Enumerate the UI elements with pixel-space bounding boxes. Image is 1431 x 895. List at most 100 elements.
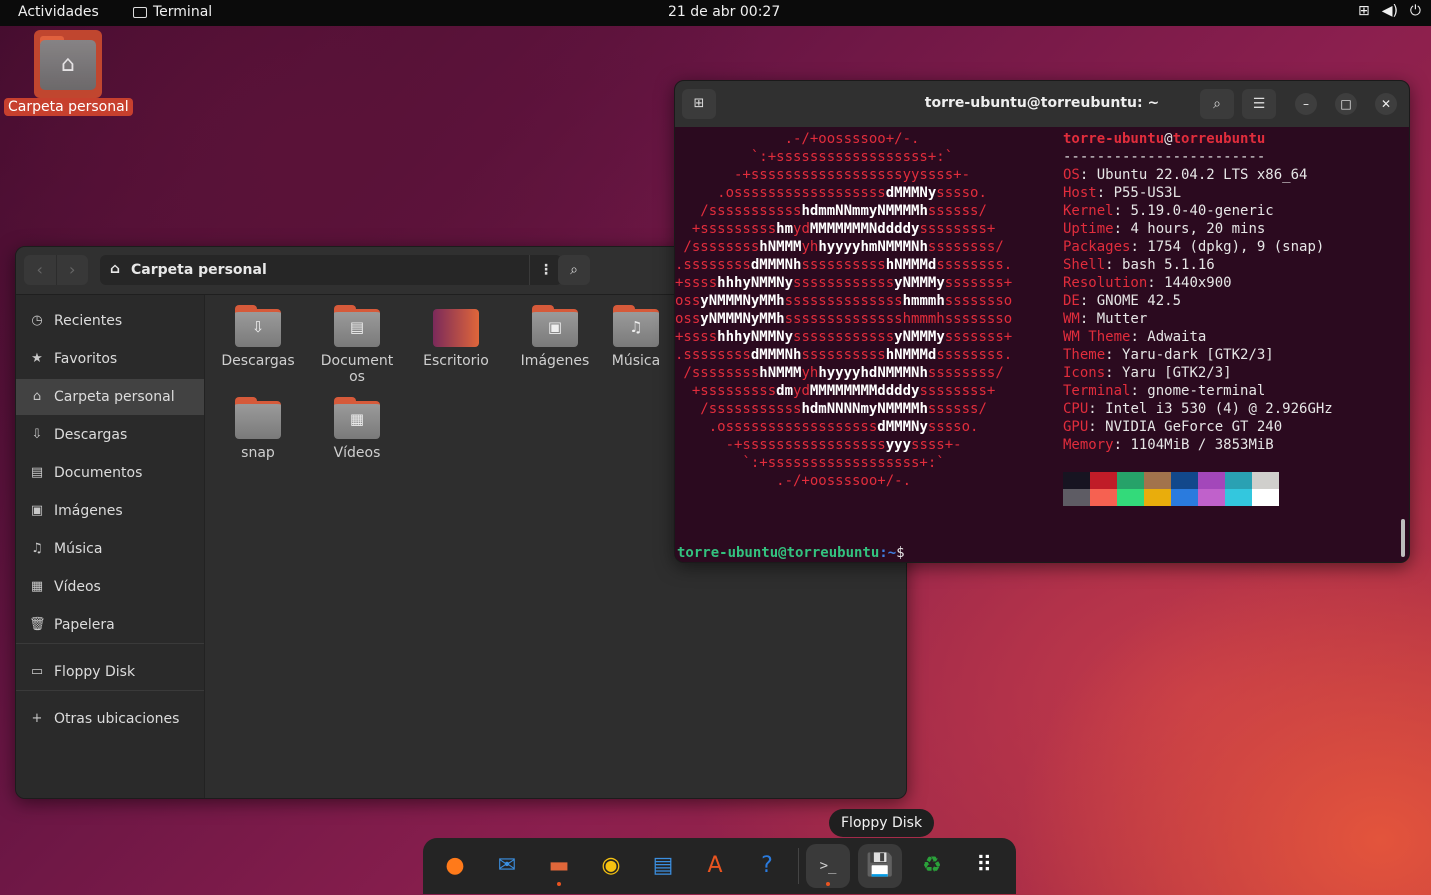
sidebar-item-label: Recientes — [54, 313, 123, 329]
sidebar-item-favoritos[interactable]: ★ Favoritos — [16, 341, 204, 377]
dock-item-show-apps[interactable]: ⠿ — [962, 844, 1006, 888]
terminal-scrollbar[interactable] — [1401, 519, 1405, 557]
info-value: Yaru-dark [GTK2/3] — [1122, 347, 1274, 363]
folder-item[interactable]: ▣ Imágenes — [507, 297, 603, 387]
dock-item-trash[interactable]: ♻ — [910, 844, 954, 888]
download-icon: ⇩ — [31, 427, 43, 442]
sidebar-item-floppy-disk[interactable]: ▭ Floppy Disk — [16, 654, 204, 690]
sidebar-item-label: Documentos — [54, 465, 143, 481]
info-key: Uptime — [1063, 221, 1114, 237]
palette-swatch — [1225, 472, 1252, 489]
sidebar-item-documentos[interactable]: ▤ Documentos — [16, 455, 204, 491]
palette-swatch — [1225, 489, 1252, 506]
sidebar-item-imágenes[interactable]: ▣ Imágenes — [16, 493, 204, 529]
power-icon[interactable]: ⏻ — [1410, 3, 1421, 19]
prompt-symbol: $ — [896, 545, 905, 561]
maximize-button[interactable]: □ — [1335, 93, 1357, 115]
folder-item[interactable]: ⇩ Descargas — [210, 297, 306, 387]
sidebar-item-label: Otras ubicaciones — [54, 711, 180, 727]
sidebar-item-label: Descargas — [54, 427, 128, 443]
palette-swatch — [1063, 472, 1090, 489]
show-apps-icon: ⠿ — [975, 853, 993, 878]
terminal-menu-button[interactable]: ☰ — [1242, 89, 1276, 119]
folder-name: Documentos — [320, 353, 394, 385]
app-menu-label: Terminal — [153, 4, 213, 20]
info-key: Packages — [1063, 239, 1131, 255]
palette-swatch — [1144, 489, 1171, 506]
sidebar-item-otras-ubicaciones[interactable]: + Otras ubicaciones — [16, 701, 204, 737]
desktop-home-folder[interactable]: ⌂ Carpeta personal — [4, 30, 133, 122]
dock-item-terminal[interactable]: >_ — [806, 844, 850, 888]
sidebar-item-vídeos[interactable]: ▦ Vídeos — [16, 569, 204, 605]
document-icon: ▤ — [334, 305, 380, 347]
folder-item[interactable]: ♫ Música — [606, 297, 666, 387]
activities-button[interactable]: Actividades — [18, 4, 99, 20]
info-value: P55-US3L — [1113, 185, 1182, 201]
info-key: Resolution — [1063, 275, 1148, 291]
dock-item-floppy[interactable]: 💾 — [858, 844, 902, 888]
sidebar-item-label: Vídeos — [54, 579, 101, 595]
dock-item-help[interactable]: ? — [745, 844, 789, 888]
sidebar-item-label: Favoritos — [54, 351, 118, 367]
dock-item-firefox[interactable]: ● — [433, 844, 477, 888]
minimize-button[interactable]: – — [1295, 93, 1317, 115]
dock-item-writer[interactable]: ▤ — [641, 844, 685, 888]
close-button[interactable]: ✕ — [1375, 93, 1397, 115]
folder-item[interactable]: Escritorio — [408, 297, 504, 387]
sidebar-item-música[interactable]: ♫ Música — [16, 531, 204, 567]
sidebar-item-label: Carpeta personal — [54, 389, 175, 405]
shell-prompt[interactable]: torre-ubuntu@torreubuntu:~$ — [677, 544, 905, 562]
info-user: torre-ubuntu — [1063, 131, 1165, 147]
terminal-search-button[interactable]: ⌕ — [1200, 89, 1234, 119]
video-icon: ▦ — [30, 579, 44, 594]
app-menu[interactable]: Terminal — [133, 4, 212, 20]
folder-item[interactable]: ▦ Vídeos — [309, 389, 405, 479]
folder-name: snap — [241, 445, 275, 461]
sidebar-item-carpeta-personal[interactable]: ⌂ Carpeta personal — [16, 379, 204, 415]
info-value: 5.19.0-40-generic — [1130, 203, 1274, 219]
running-indicator — [557, 882, 561, 886]
terminal-window: ⊞ torre-ubuntu@torreubuntu: ~ ⌕ ☰ – □ ✕ … — [674, 80, 1410, 563]
floppy-icon: 💾 — [866, 853, 894, 878]
terminal-body[interactable]: .-/+oossssoo+/-. `:+ssssssssssssssssss+:… — [675, 127, 1409, 562]
palette-swatch — [1171, 472, 1198, 489]
palette-swatch — [1252, 489, 1279, 506]
system-tray[interactable]: ⊞ ◀) ⏻ — [1358, 3, 1421, 19]
volume-icon[interactable]: ◀) — [1382, 3, 1398, 19]
network-icon[interactable]: ⊞ — [1358, 3, 1370, 19]
info-key: WM Theme — [1063, 329, 1131, 345]
info-key: Memory — [1063, 437, 1114, 453]
writer-icon: ▤ — [652, 853, 674, 878]
search-button[interactable]: ⌕ — [558, 255, 590, 285]
search-icon: ⌕ — [570, 262, 578, 278]
trash-icon: 🗑 — [29, 617, 46, 632]
sidebar-item-descargas[interactable]: ⇩ Descargas — [16, 417, 204, 453]
sidebar-item-papelera[interactable]: 🗑 Papelera — [16, 607, 204, 643]
dock-item-app-center[interactable]: A — [693, 844, 737, 888]
folder-item[interactable]: ▤ Documentos — [309, 297, 405, 387]
info-value: 1440x900 — [1164, 275, 1232, 291]
sidebar: ◷ Recientes ★ Favoritos ⌂ Carpeta personal ⇩ De… — [16, 295, 205, 798]
clock[interactable]: 21 de abr 00:27 — [668, 4, 780, 20]
terminal-icon — [133, 6, 147, 18]
sidebar-item-label: Música — [54, 541, 103, 557]
info-key: Icons — [1063, 365, 1106, 381]
info-value: Intel i3 530 (4) @ 2.926GHz — [1105, 401, 1333, 417]
music-icon: ♫ — [613, 305, 659, 347]
dock-item-files[interactable]: ▬ — [537, 844, 581, 888]
home-icon: ⌂ — [110, 261, 121, 277]
prompt-path: :~ — [879, 545, 897, 561]
path-bar[interactable]: ⌂ Carpeta personal ⋮ — [100, 255, 562, 285]
back-button[interactable]: ‹ — [24, 255, 56, 285]
sidebar-item-recientes[interactable]: ◷ Recientes — [16, 303, 204, 339]
folder-item[interactable]: snap — [210, 389, 306, 479]
forward-button[interactable]: › — [55, 255, 89, 285]
color-palette — [1063, 472, 1279, 506]
palette-swatch — [1198, 489, 1225, 506]
star-icon: ★ — [31, 351, 43, 366]
dock-item-rhythmbox[interactable]: ◉ — [589, 844, 633, 888]
path-label: Carpeta personal — [131, 262, 267, 278]
info-value: bash 5.1.16 — [1122, 257, 1215, 273]
info-value: 4 hours, 20 mins — [1130, 221, 1266, 237]
dock-item-thunderbird[interactable]: ✉ — [485, 844, 529, 888]
